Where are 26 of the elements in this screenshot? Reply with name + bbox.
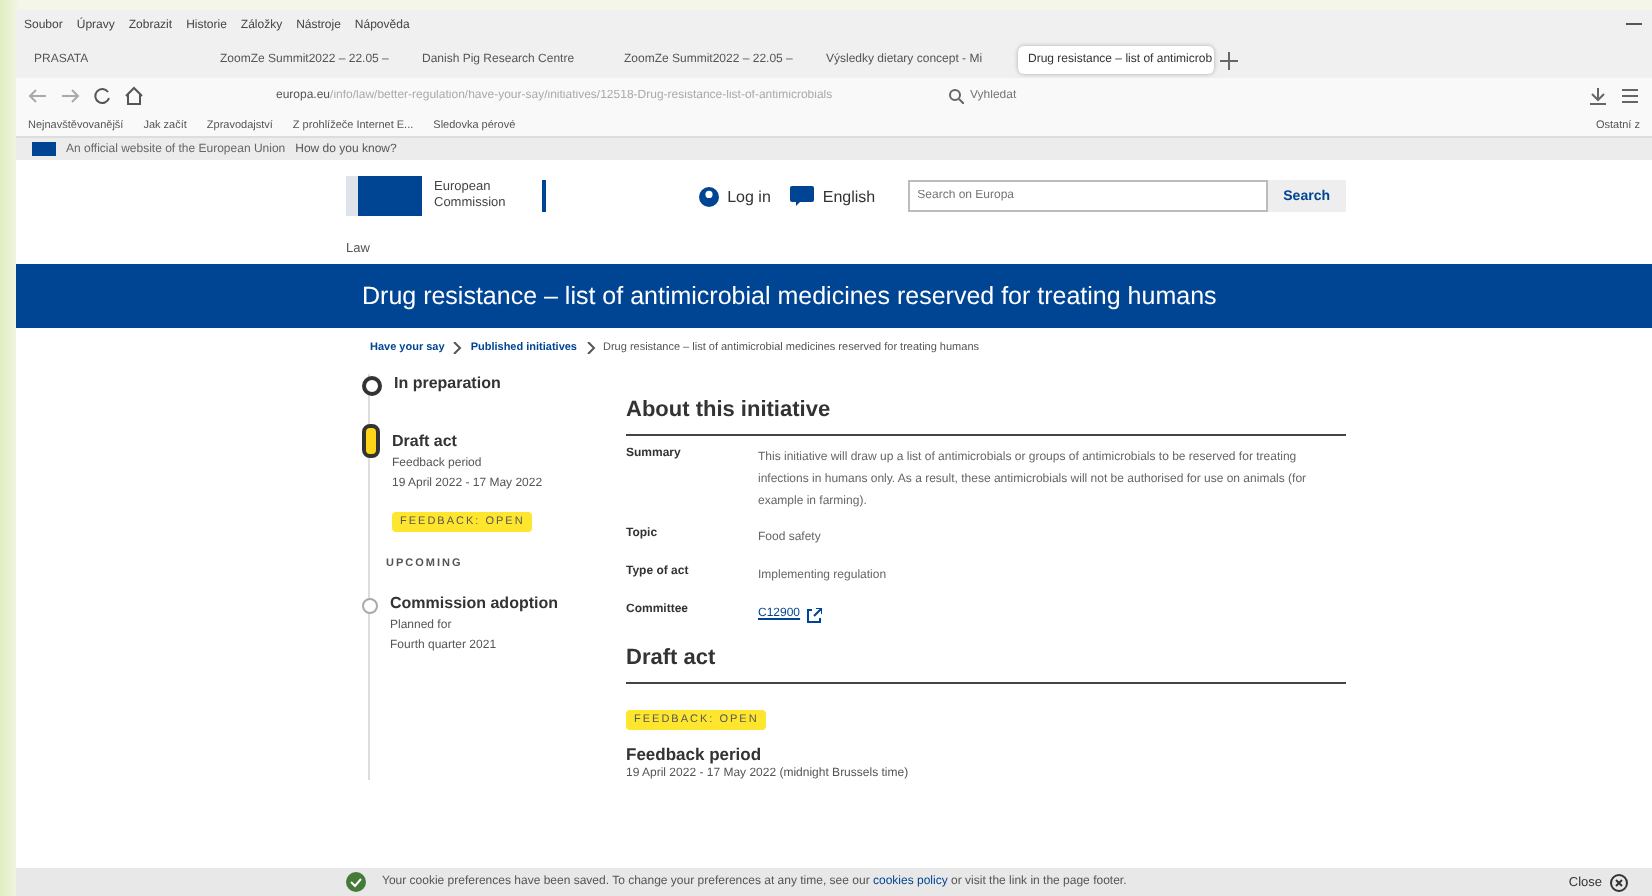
close-icon [1610, 873, 1628, 891]
step-marker-icon [362, 598, 378, 614]
reload-icon[interactable] [92, 86, 112, 106]
flag-icon [32, 142, 56, 156]
section-heading: Draft act [626, 645, 1346, 684]
menu-icon[interactable] [1620, 86, 1640, 106]
user-icon [697, 185, 720, 207]
current-step-marker-icon [362, 424, 380, 458]
download-icon[interactable] [1588, 86, 1608, 106]
external-link-icon [806, 607, 823, 624]
chevron-icon [452, 342, 463, 354]
login-link[interactable]: Log in [697, 185, 771, 207]
speech-bubble-icon [790, 186, 815, 206]
step-marker-icon [362, 376, 382, 396]
page-title: Drug resistance – list of antimicrobial medicines reserved for treating humans [362, 282, 1219, 310]
feedback-period-title: Feedback period [626, 743, 764, 764]
step-title: Commission adoption [390, 594, 558, 612]
chevron-icon [585, 342, 595, 354]
search-icon [948, 88, 964, 104]
check-icon [346, 872, 366, 892]
new-tab-icon[interactable] [1220, 51, 1238, 69]
language-link[interactable]: English [790, 186, 876, 206]
section-heading: About this initiative [626, 398, 1346, 436]
step-title: In preparation [394, 374, 501, 392]
home-icon[interactable] [124, 86, 144, 106]
step-title: Draft act [392, 432, 459, 450]
